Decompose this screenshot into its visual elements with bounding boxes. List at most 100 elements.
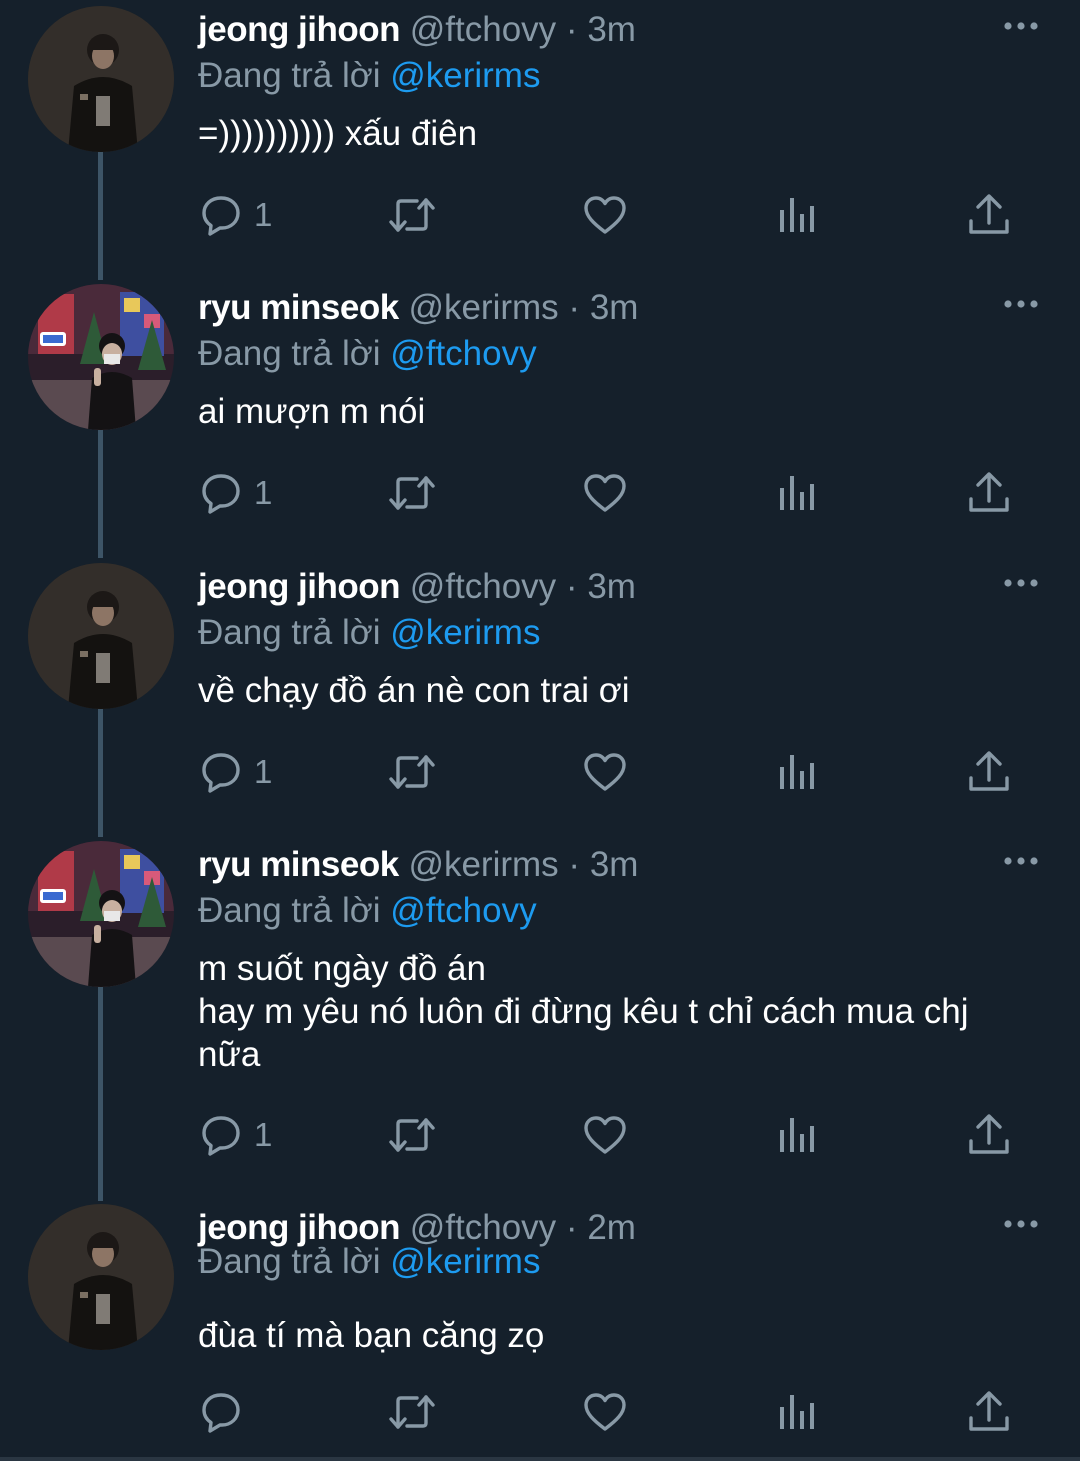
user-handle[interactable]: @kerirms — [408, 288, 558, 327]
more-dots-icon[interactable] — [1002, 851, 1042, 871]
reply-prefix: Đang trả lời — [198, 613, 381, 652]
views-button[interactable] — [778, 1111, 816, 1159]
separator-dot: · — [565, 567, 578, 606]
share-button[interactable] — [968, 191, 1010, 239]
tweet-text-line: m suốt ngày đồ án — [198, 949, 486, 988]
retweet-button[interactable] — [388, 1388, 436, 1436]
reply-button[interactable] — [200, 1388, 254, 1436]
tweet-text-line: về chạy đồ án nè con trai ơi — [198, 671, 630, 710]
views-button[interactable] — [778, 469, 816, 517]
user-handle[interactable]: @kerirms — [408, 845, 558, 884]
user-handle[interactable]: @ftchovy — [410, 10, 556, 49]
reply-count: 1 — [254, 196, 273, 233]
tweet-text: =)))))))))) xấu điên — [198, 112, 1028, 155]
views-button[interactable] — [778, 191, 816, 239]
tweet-actions: 1 — [0, 1111, 1080, 1159]
retweet-button[interactable] — [388, 191, 436, 239]
share-button[interactable] — [968, 469, 1010, 517]
share-upload-icon — [968, 1113, 1010, 1157]
replying-to: Đang trả lời @kerirms — [198, 1240, 540, 1284]
heart-icon — [583, 1391, 627, 1433]
like-button[interactable] — [583, 748, 627, 796]
more-dots-icon[interactable] — [1002, 1214, 1042, 1234]
reply-button[interactable]: 1 — [200, 748, 272, 796]
analytics-bars-icon — [778, 194, 816, 236]
avatar[interactable] — [28, 6, 174, 152]
separator-dot: · — [565, 1208, 578, 1247]
retweet-button[interactable] — [388, 1111, 436, 1159]
tweet-text: ai mượn m nói — [198, 390, 1028, 433]
more-dots-icon[interactable] — [1002, 294, 1042, 314]
avatar[interactable] — [28, 563, 174, 709]
display-name[interactable]: jeong jihoon — [198, 10, 401, 49]
more-dots-icon[interactable] — [1002, 16, 1042, 36]
tweet-actions: 1 — [0, 469, 1080, 517]
reply-prefix: Đang trả lời — [198, 56, 381, 95]
reply-button[interactable]: 1 — [200, 191, 272, 239]
tweet-text: đùa tí mà bạn căng zọ — [198, 1314, 1028, 1357]
share-button[interactable] — [968, 1111, 1010, 1159]
share-upload-icon — [968, 750, 1010, 794]
reply-mention-link[interactable]: @ftchovy — [390, 334, 536, 373]
analytics-bars-icon — [778, 1391, 816, 1433]
reply-button[interactable]: 1 — [200, 1111, 272, 1159]
reply-bubble-icon — [200, 194, 242, 236]
tweet-header: jeong jihoon @ftchovy · 3m — [198, 565, 636, 609]
retweet-arrows-icon — [388, 1114, 436, 1156]
reply-mention-link[interactable]: @ftchovy — [390, 891, 536, 930]
heart-icon — [583, 194, 627, 236]
tweet-actions: 1 — [0, 748, 1080, 796]
timestamp[interactable]: 3m — [590, 288, 639, 327]
tweet[interactable]: jeong jihoon @ftchovy · 3m Đang trả lời … — [0, 0, 1080, 270]
timestamp[interactable]: 3m — [587, 10, 636, 49]
timestamp[interactable]: 2m — [587, 1208, 636, 1247]
like-button[interactable] — [583, 191, 627, 239]
like-button[interactable] — [583, 469, 627, 517]
retweet-arrows-icon — [388, 472, 436, 514]
share-button[interactable] — [968, 1388, 1010, 1436]
display-name[interactable]: jeong jihoon — [198, 567, 401, 606]
analytics-bars-icon — [778, 1114, 816, 1156]
reply-bubble-icon — [200, 1114, 242, 1156]
share-upload-icon — [968, 1390, 1010, 1434]
reply-mention-link[interactable]: @kerirms — [390, 1242, 540, 1281]
tweet-text-line: hay m yêu nó luôn đi đừng kêu t chỉ cách… — [198, 992, 969, 1031]
tweet-text-line: ai mượn m nói — [198, 392, 426, 431]
display-name[interactable]: ryu minseok — [198, 845, 399, 884]
like-button[interactable] — [583, 1388, 627, 1436]
avatar[interactable] — [28, 1204, 174, 1350]
heart-icon — [583, 472, 627, 514]
tweet-header: jeong jihoon @ftchovy · 3m — [198, 8, 636, 52]
like-button[interactable] — [583, 1111, 627, 1159]
avatar[interactable] — [28, 841, 174, 987]
views-button[interactable] — [778, 1388, 816, 1436]
tweet[interactable]: jeong jihoon @ftchovy · 2m Đang trả lời … — [0, 1198, 1080, 1458]
reply-mention-link[interactable]: @kerirms — [390, 613, 540, 652]
avatar[interactable] — [28, 284, 174, 430]
tweet-header: ryu minseok @kerirms · 3m — [198, 286, 638, 330]
timestamp[interactable]: 3m — [590, 845, 639, 884]
tweet[interactable]: ryu minseok @kerirms · 3m Đang trả lời @… — [0, 278, 1080, 548]
reply-count: 1 — [254, 1116, 273, 1153]
tweet[interactable]: ryu minseok @kerirms · 3m Đang trả lời @… — [0, 835, 1080, 1195]
replying-to: Đang trả lời @ftchovy — [198, 889, 537, 933]
analytics-bars-icon — [778, 751, 816, 793]
heart-icon — [583, 1114, 627, 1156]
tweet-text: về chạy đồ án nè con trai ơi — [198, 669, 1028, 712]
display-name[interactable]: ryu minseok — [198, 288, 399, 327]
reply-button[interactable]: 1 — [200, 469, 272, 517]
share-button[interactable] — [968, 748, 1010, 796]
reply-bubble-icon — [200, 751, 242, 793]
reply-prefix: Đang trả lời — [198, 1242, 381, 1281]
views-button[interactable] — [778, 748, 816, 796]
user-handle[interactable]: @ftchovy — [410, 567, 556, 606]
retweet-button[interactable] — [388, 748, 436, 796]
replying-to: Đang trả lời @ftchovy — [198, 332, 537, 376]
reply-mention-link[interactable]: @kerirms — [390, 56, 540, 95]
retweet-button[interactable] — [388, 469, 436, 517]
timestamp[interactable]: 3m — [587, 567, 636, 606]
tweet-text-line: đùa tí mà bạn căng zọ — [198, 1316, 545, 1355]
tweet[interactable]: jeong jihoon @ftchovy · 3m Đang trả lời … — [0, 557, 1080, 827]
separator-dot: · — [568, 845, 581, 884]
more-dots-icon[interactable] — [1002, 573, 1042, 593]
